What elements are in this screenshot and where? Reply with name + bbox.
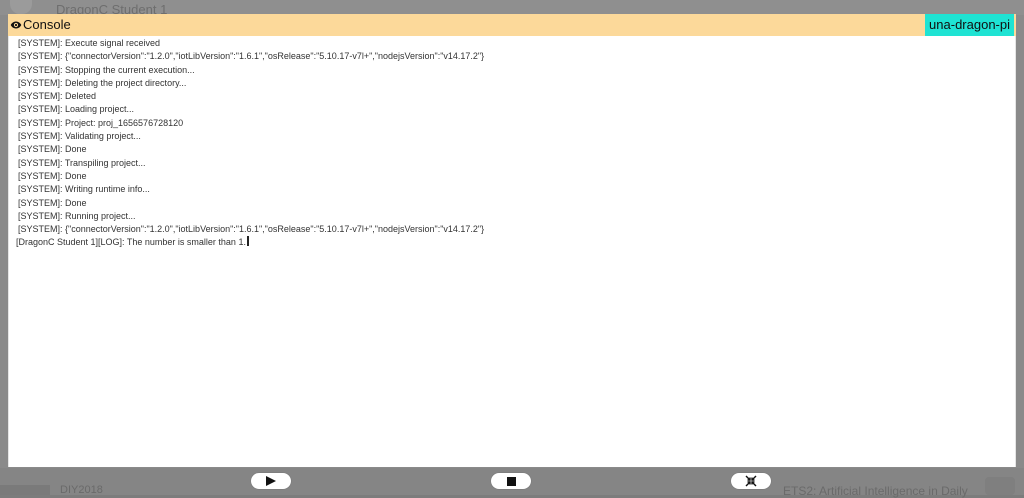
background-bottom-right-button (985, 477, 1015, 495)
collapse-icon (745, 475, 757, 487)
log-line: [SYSTEM]: Deleting the project directory… (18, 77, 187, 88)
console-header: Console una-dragon-pi (8, 14, 1016, 36)
stop-icon (506, 476, 516, 486)
background-bottom-left-text: DIY2018 (60, 484, 103, 496)
play-icon (266, 476, 276, 486)
user-log-text: [DragonC Student 1][LOG]: The number is … (16, 237, 246, 248)
text-cursor (246, 236, 249, 247)
log-line: [SYSTEM]: Loading project... (18, 104, 135, 115)
stop-button[interactable] (491, 473, 531, 489)
log-line: [SYSTEM]: Project: proj_1656576728120 (18, 117, 184, 128)
log-line: [SYSTEM]: Deleted (18, 91, 97, 102)
console-output[interactable]: [SYSTEM]: Execute signal received [SYSTEM… (8, 36, 1016, 467)
background-topbar: DragonC Student 1 (0, 0, 1024, 17)
log-line: [SYSTEM]: Done (18, 197, 87, 208)
log-line: [SYSTEM]: Done (18, 144, 87, 155)
eye-icon[interactable] (10, 19, 22, 31)
device-badge[interactable]: una-dragon-pi (925, 14, 1014, 36)
log-line: [SYSTEM]: Done (18, 170, 87, 181)
run-button[interactable] (251, 473, 291, 489)
log-line: [SYSTEM]: Transpiling project... (18, 157, 146, 168)
user-log-line: [DragonC Student 1][LOG]: The number is … (16, 236, 484, 249)
log-line: [SYSTEM]: Stopping the current execution… (18, 64, 195, 75)
collapse-button[interactable] (731, 473, 771, 489)
background-bottom-right-text: ETS2: Artificial Intelligence in Daily (783, 484, 968, 498)
log-line: [SYSTEM]: Writing runtime info... (18, 184, 150, 195)
log-line: [SYSTEM]: Running project... (18, 210, 136, 221)
log-line: [SYSTEM]: {"connectorVersion":"1.2.0","i… (18, 224, 485, 235)
avatar (10, 0, 32, 14)
console-title: Console (23, 17, 71, 32)
log-line: [SYSTEM]: Validating project... (18, 131, 141, 142)
log-line: [SYSTEM]: {"connectorVersion":"1.2.0","i… (18, 51, 485, 62)
log-list: [SYSTEM]: Execute signal received [SYSTEM… (16, 37, 485, 250)
console-panel: Console una-dragon-pi [SYSTEM]: Execute … (8, 14, 1016, 467)
background-bottom-tab (0, 485, 50, 495)
log-line: [SYSTEM]: Execute signal received (18, 38, 161, 48)
